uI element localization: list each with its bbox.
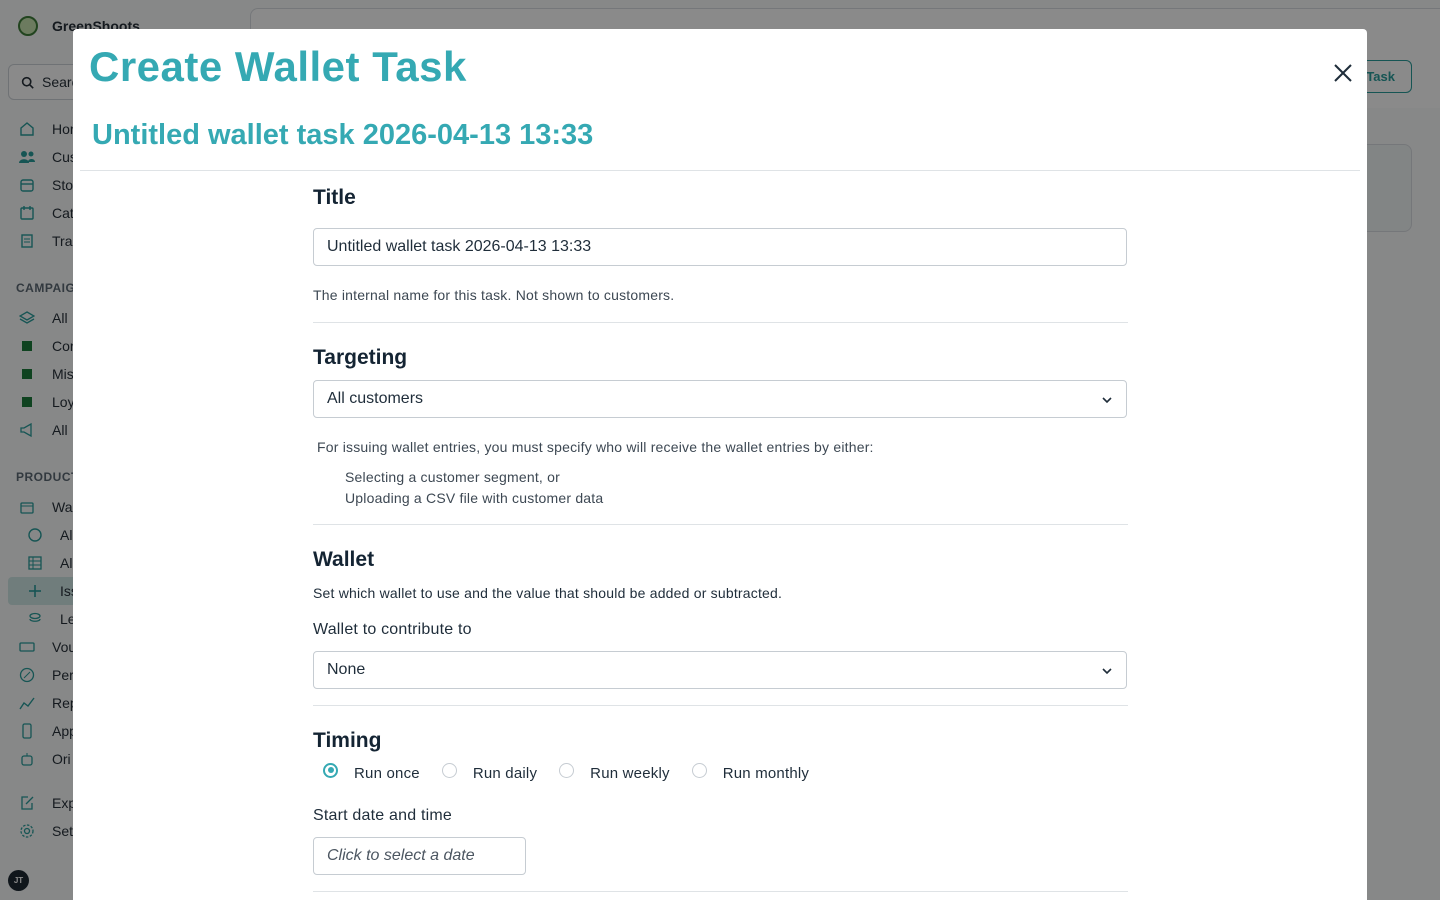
radio-dot[interactable] bbox=[323, 762, 338, 778]
section-divider bbox=[313, 891, 1128, 892]
start-date-input[interactable]: Click to select a date bbox=[313, 837, 526, 875]
radio-run-daily[interactable]: Run daily bbox=[441, 762, 538, 782]
header-divider bbox=[80, 170, 1360, 171]
wallet-select-value: None bbox=[327, 661, 366, 678]
radio-dot[interactable] bbox=[559, 762, 575, 778]
section-divider bbox=[313, 524, 1128, 525]
section-divider bbox=[313, 705, 1128, 706]
close-button[interactable] bbox=[1329, 59, 1357, 87]
task-name-heading: Untitled wallet task 2026-04-13 13:33 bbox=[92, 119, 594, 151]
title-input[interactable]: Untitled wallet task 2026-04-13 13:33 bbox=[313, 228, 1127, 266]
modal-title: Create Wallet Task bbox=[89, 43, 467, 90]
title-input-value: Untitled wallet task 2026-04-13 13:33 bbox=[327, 238, 592, 255]
radio-label: Run daily bbox=[472, 765, 538, 782]
radio-label: Run weekly bbox=[590, 765, 670, 782]
radio-run-once[interactable]: Run once bbox=[323, 762, 420, 782]
radio-run-monthly[interactable]: Run monthly bbox=[691, 762, 810, 782]
close-icon bbox=[1334, 64, 1352, 82]
wallet-help-text: Set which wallet to use and the value th… bbox=[313, 585, 783, 601]
chevron-down-icon bbox=[1102, 668, 1112, 675]
section-heading-wallet: Wallet bbox=[313, 548, 375, 571]
radio-run-weekly[interactable]: Run weekly bbox=[559, 762, 670, 782]
chevron-down-icon bbox=[1102, 397, 1112, 404]
targeting-help-text: For issuing wallet entries, you must spe… bbox=[317, 439, 874, 455]
timing-radio-group: Run once Run daily Run weekly Run monthl… bbox=[323, 762, 831, 782]
section-heading-targeting: Targeting bbox=[313, 346, 408, 369]
section-heading-title: Title bbox=[313, 186, 356, 209]
create-wallet-task-modal: Create Wallet Task Untitled wallet task … bbox=[73, 29, 1367, 900]
radio-dot[interactable] bbox=[691, 762, 707, 778]
targeting-option-segment: Selecting a customer segment, or bbox=[345, 469, 560, 485]
wallet-field-label: Wallet to contribute to bbox=[313, 621, 472, 638]
radio-label: Run monthly bbox=[722, 765, 810, 782]
targeting-select-value: All customers bbox=[327, 390, 424, 407]
wallet-select[interactable]: None bbox=[313, 651, 1127, 689]
start-date-label: Start date and time bbox=[313, 807, 452, 824]
targeting-option-csv: Uploading a CSV file with customer data bbox=[345, 490, 604, 506]
radio-dot[interactable] bbox=[441, 762, 457, 778]
start-date-placeholder: Click to select a date bbox=[327, 847, 475, 864]
targeting-select[interactable]: All customers bbox=[313, 380, 1127, 418]
title-help-text: The internal name for this task. Not sho… bbox=[313, 287, 675, 303]
section-heading-timing: Timing bbox=[313, 729, 382, 752]
section-divider bbox=[313, 322, 1128, 323]
radio-label: Run once bbox=[354, 765, 420, 782]
